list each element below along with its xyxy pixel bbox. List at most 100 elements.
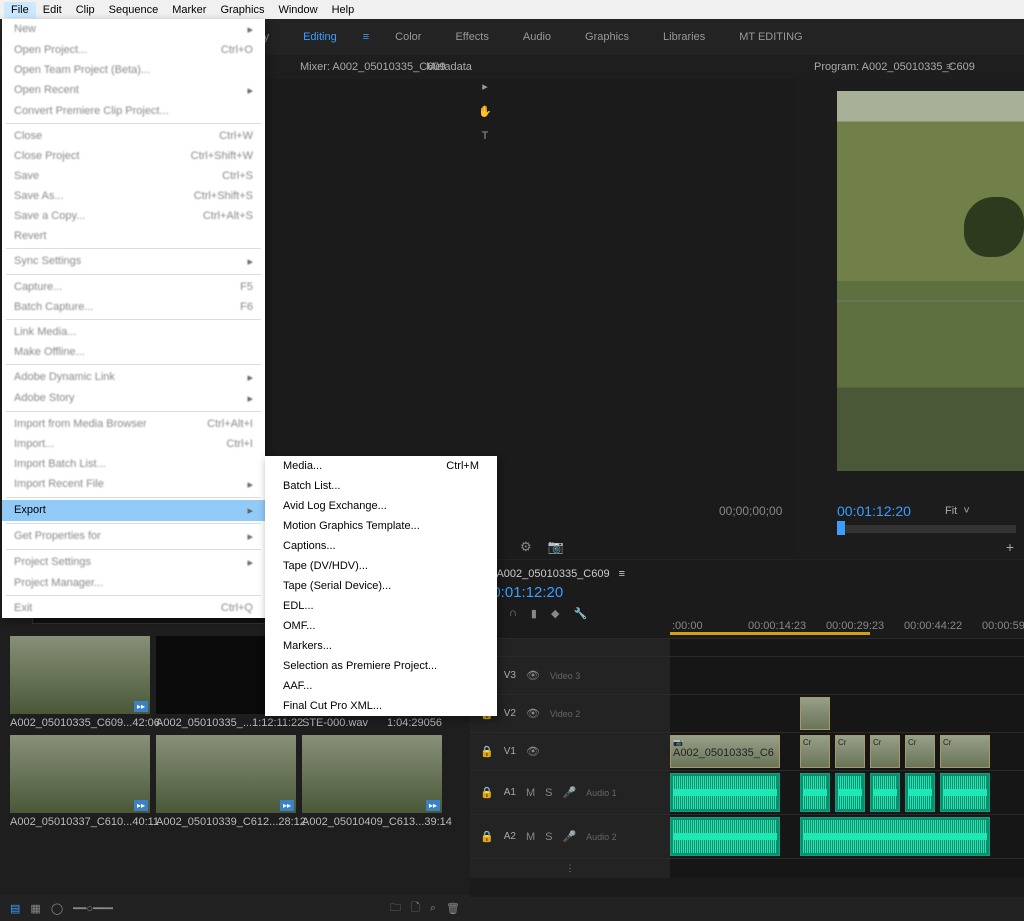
video-clip[interactable]: Cr: [940, 735, 990, 768]
selection-tool-icon[interactable]: ▸: [472, 80, 498, 93]
menu-window[interactable]: Window: [271, 2, 324, 18]
audio-clip[interactable]: [800, 773, 830, 812]
project-thumbnail[interactable]: ▸▸A002_05010337_C610...40:11: [10, 735, 150, 828]
file-menu-item[interactable]: ExitCtrl+Q: [2, 598, 265, 618]
eye-icon[interactable]: 👁: [526, 707, 540, 720]
track-body-a1[interactable]: [670, 771, 1024, 814]
lock-icon[interactable]: 🔒: [480, 786, 494, 799]
workspace-editing[interactable]: Editing: [295, 27, 345, 47]
type-tool-icon[interactable]: T: [472, 130, 498, 142]
hand-tool-icon[interactable]: ✋: [472, 105, 498, 118]
export-submenu-item[interactable]: AAF...: [265, 676, 497, 696]
file-menu-item[interactable]: Import...Ctrl+I: [2, 434, 265, 454]
file-menu-item[interactable]: Revert: [2, 226, 265, 246]
menu-file[interactable]: File: [4, 2, 36, 18]
timeline-ruler[interactable]: :00:00 00:00:14:23 00:00:29:23 00:00:44:…: [670, 618, 1024, 636]
export-submenu-item[interactable]: Final Cut Pro XML...: [265, 696, 497, 716]
clear-icon[interactable]: 🗑: [446, 902, 460, 915]
project-thumbnail[interactable]: ▸▸A002_05010339_C612...28:12: [156, 735, 296, 828]
menu-marker[interactable]: Marker: [165, 2, 213, 18]
menu-help[interactable]: Help: [325, 2, 362, 18]
export-submenu-item[interactable]: Media...Ctrl+M: [265, 456, 497, 476]
magnet-icon[interactable]: ∩: [509, 607, 517, 620]
file-menu-item[interactable]: Project Settings▸: [2, 552, 265, 573]
menu-graphics[interactable]: Graphics: [213, 2, 271, 18]
solo-icon[interactable]: S: [545, 831, 552, 843]
workspace-effects[interactable]: Effects: [447, 27, 496, 47]
solo-icon[interactable]: S: [545, 787, 552, 799]
project-thumbnail[interactable]: ▸▸A002_05010335_C609...42:06: [10, 636, 150, 729]
export-submenu-item[interactable]: EDL...: [265, 596, 497, 616]
export-submenu-item[interactable]: Selection as Premiere Project...: [265, 656, 497, 676]
track-expand[interactable]: ⋮: [470, 859, 670, 878]
file-menu-item[interactable]: Open Recent▸: [2, 80, 265, 101]
track-body-v1[interactable]: 📷 A002_05010335_C6 Cr Cr Cr Cr Cr: [670, 733, 1024, 770]
export-submenu-item[interactable]: Markers...: [265, 636, 497, 656]
settings-icon[interactable]: ⚙: [520, 539, 532, 555]
file-menu-item[interactable]: Save As...Ctrl+Shift+S: [2, 186, 265, 206]
track-body-a2[interactable]: [670, 815, 1024, 858]
program-scrub-bar[interactable]: [837, 525, 1016, 533]
eye-icon[interactable]: 👁: [526, 669, 540, 682]
file-menu-item[interactable]: Close ProjectCtrl+Shift+W: [2, 146, 265, 166]
program-panel-tab[interactable]: Program: A002_05010335_C609: [806, 59, 983, 75]
file-menu-item[interactable]: Adobe Dynamic Link▸: [2, 367, 265, 388]
export-submenu-item[interactable]: OMF...: [265, 616, 497, 636]
lock-icon[interactable]: 🔒: [480, 830, 494, 843]
workspace-audio[interactable]: Audio: [515, 27, 559, 47]
video-clip[interactable]: Cr: [800, 735, 830, 768]
mute-icon[interactable]: M: [526, 787, 535, 799]
audio-clip[interactable]: [800, 817, 990, 856]
icon-view-icon[interactable]: ▦: [30, 902, 40, 915]
track-header-a2[interactable]: 🔒A2MS🎤Audio 2: [470, 815, 670, 858]
file-menu-item[interactable]: Capture...F5: [2, 277, 265, 297]
file-menu-item[interactable]: SaveCtrl+S: [2, 166, 265, 186]
playhead-icon[interactable]: [837, 521, 845, 535]
program-panel-menu-icon[interactable]: ≡: [946, 61, 952, 73]
video-clip[interactable]: Cr: [835, 735, 865, 768]
audio-clip[interactable]: [670, 773, 780, 812]
linked-selection-icon[interactable]: ▮: [531, 607, 537, 620]
workspace-color[interactable]: Color: [387, 27, 429, 47]
zoom-slider[interactable]: ━━○━━━: [73, 902, 113, 915]
file-menu-item[interactable]: Import from Media BrowserCtrl+Alt+I: [2, 414, 265, 434]
track-header-v2[interactable]: 🔒V2👁Video 2: [470, 695, 670, 732]
file-menu-item[interactable]: Convert Premiere Clip Project...: [2, 101, 265, 121]
export-submenu-item[interactable]: Tape (DV/HDV)...: [265, 556, 497, 576]
list-view-icon[interactable]: ▤: [10, 902, 20, 915]
export-submenu-item[interactable]: Tape (Serial Device)...: [265, 576, 497, 596]
menu-sequence[interactable]: Sequence: [102, 2, 166, 18]
track-header-v3[interactable]: 🔒V3👁Video 3: [470, 657, 670, 694]
workspace-graphics[interactable]: Graphics: [577, 27, 637, 47]
mic-icon[interactable]: 🎤: [562, 830, 576, 843]
work-area-bar[interactable]: [670, 632, 870, 635]
mic-icon[interactable]: 🎤: [562, 786, 576, 799]
file-menu-item[interactable]: Open Project...Ctrl+O: [2, 40, 265, 60]
video-clip[interactable]: Cr: [905, 735, 935, 768]
freeform-view-icon[interactable]: ◯: [51, 902, 63, 915]
file-menu-item[interactable]: New▸: [2, 19, 265, 40]
timeline-timecode[interactable]: 00:01:12:20: [484, 584, 1010, 601]
marker-icon[interactable]: ◆: [551, 607, 559, 620]
program-zoom-fit[interactable]: Fit ˅: [945, 505, 970, 517]
export-submenu-item[interactable]: Avid Log Exchange...: [265, 496, 497, 516]
workspace-libraries[interactable]: Libraries: [655, 27, 713, 47]
file-menu-item[interactable]: Get Properties for▸: [2, 526, 265, 547]
menu-edit[interactable]: Edit: [36, 2, 69, 18]
file-menu-item[interactable]: Save a Copy...Ctrl+Alt+S: [2, 206, 265, 226]
file-menu-item[interactable]: Project Manager...: [2, 573, 265, 593]
video-clip[interactable]: [800, 697, 830, 730]
track-body-v2[interactable]: [670, 695, 1024, 732]
audio-clip[interactable]: [835, 773, 865, 812]
file-menu-item[interactable]: Export▸: [2, 500, 265, 521]
audio-clip[interactable]: [905, 773, 935, 812]
audio-clip[interactable]: [670, 817, 780, 856]
settings-icon[interactable]: 🔧: [573, 607, 587, 620]
export-submenu-item[interactable]: Batch List...: [265, 476, 497, 496]
export-submenu-item[interactable]: Captions...: [265, 536, 497, 556]
export-submenu-item[interactable]: Motion Graphics Template...: [265, 516, 497, 536]
file-menu-item[interactable]: Open Team Project (Beta)...: [2, 60, 265, 80]
file-menu-item[interactable]: Import Batch List...: [2, 454, 265, 474]
file-menu-item[interactable]: Sync Settings▸: [2, 251, 265, 272]
project-thumbnail[interactable]: ▸▸A002_05010409_C613...39:14: [302, 735, 442, 828]
